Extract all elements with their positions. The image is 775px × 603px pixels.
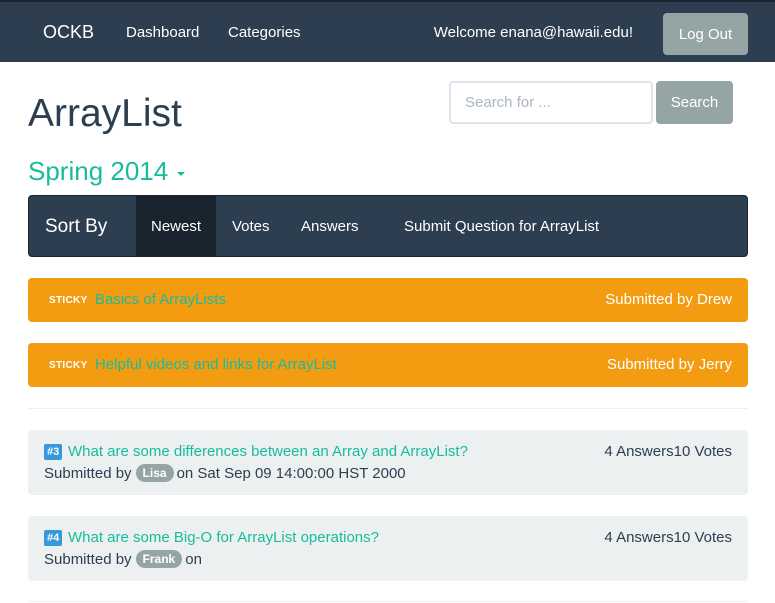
sticky-badge: STICKY bbox=[49, 360, 88, 371]
submitted-prefix: Submitted by bbox=[44, 550, 132, 568]
sticky-post-link[interactable]: Basics of ArrayLists bbox=[95, 291, 226, 308]
logout-button[interactable]: Log Out bbox=[663, 13, 748, 55]
question-counts: 4 Answers10 Votes bbox=[604, 529, 732, 546]
sort-by-label: Sort By bbox=[45, 216, 108, 237]
question-link[interactable]: What are some Big-O for ArrayList operat… bbox=[68, 529, 379, 546]
user-badge[interactable]: Frank bbox=[135, 550, 183, 568]
question-number-badge: #3 bbox=[44, 444, 63, 460]
welcome-text: Welcome enana@hawaii.edu! bbox=[433, 24, 633, 41]
question-submitted-line: Submitted by Lisa on Sat Sep 09 14:00:00… bbox=[44, 464, 406, 482]
semester-dropdown[interactable]: Spring 2014 bbox=[28, 156, 186, 187]
divider bbox=[28, 601, 748, 602]
question-item: #3 What are some differences between an … bbox=[28, 430, 748, 495]
sort-bar: Sort By Newest Votes Answers Submit Ques… bbox=[28, 195, 748, 257]
brand-link[interactable]: OCKB bbox=[43, 22, 94, 43]
semester-label: Spring 2014 bbox=[28, 156, 169, 186]
divider bbox=[28, 408, 748, 409]
sticky-post-link[interactable]: Helpful videos and links for ArrayList bbox=[95, 356, 337, 373]
sticky-submitted-by: Submitted by Drew bbox=[605, 291, 732, 308]
nav-dashboard-link[interactable]: Dashboard bbox=[126, 24, 199, 41]
nav-categories-link[interactable]: Categories bbox=[228, 24, 301, 41]
question-submitted-line: Submitted by Frank on bbox=[44, 550, 202, 568]
sort-answers-tab[interactable]: Answers bbox=[301, 196, 359, 256]
submitted-prefix: Submitted by bbox=[44, 464, 132, 482]
user-badge[interactable]: Lisa bbox=[135, 464, 174, 482]
question-counts: 4 Answers10 Votes bbox=[604, 443, 732, 460]
sticky-post: STICKY Helpful videos and links for Arra… bbox=[28, 343, 748, 387]
question-item: #4 What are some Big-O for ArrayList ope… bbox=[28, 516, 748, 581]
submitted-date: on Sat Sep 09 14:00:00 HST 2000 bbox=[176, 464, 406, 482]
caret-down-icon bbox=[177, 171, 186, 176]
search-input[interactable] bbox=[449, 81, 653, 124]
sticky-badge: STICKY bbox=[49, 295, 88, 306]
submitted-date: on bbox=[185, 550, 202, 568]
question-number-badge: #4 bbox=[44, 530, 63, 546]
sticky-post: STICKY Basics of ArrayLists Submitted by… bbox=[28, 278, 748, 322]
submit-question-link[interactable]: Submit Question for ArrayList bbox=[404, 196, 599, 256]
sort-newest-tab[interactable]: Newest bbox=[136, 196, 217, 256]
question-link[interactable]: What are some differences between an Arr… bbox=[68, 443, 468, 460]
sticky-submitted-by: Submitted by Jerry bbox=[606, 356, 732, 373]
sort-votes-tab[interactable]: Votes bbox=[232, 196, 270, 256]
top-navbar: OCKB Dashboard Categories Welcome enana@… bbox=[0, 0, 775, 62]
search-button[interactable]: Search bbox=[656, 81, 733, 124]
page-title: ArrayList bbox=[28, 92, 182, 135]
